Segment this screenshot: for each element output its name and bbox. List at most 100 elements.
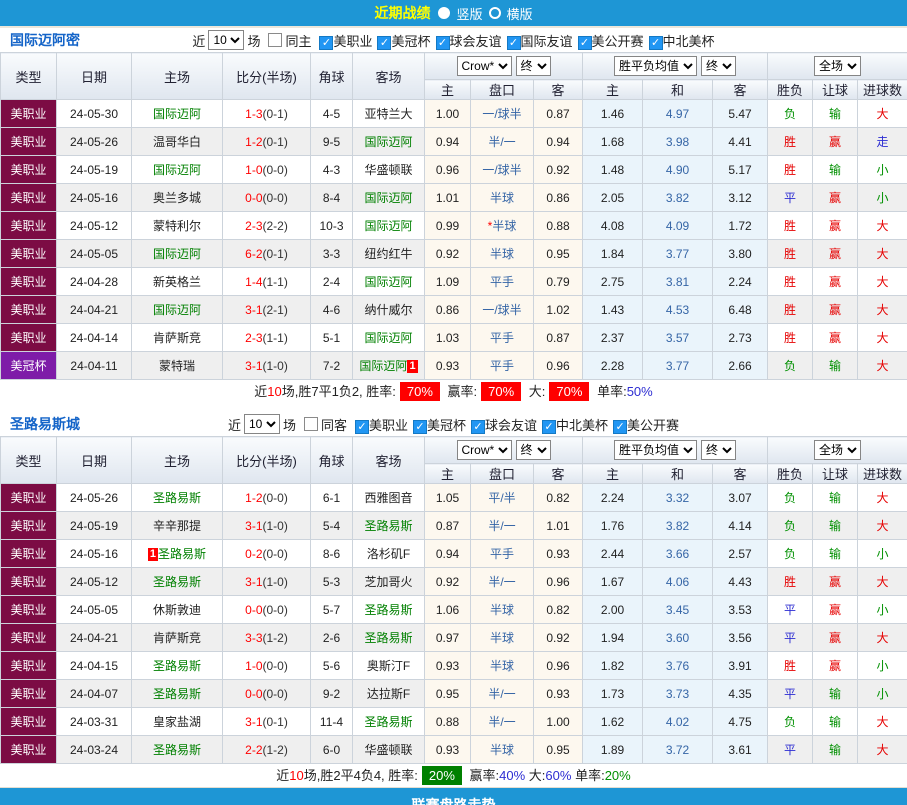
layout-radio-vertical-icon[interactable]	[438, 7, 450, 19]
scope-group-header: 全场	[768, 437, 907, 464]
same-venue-checkbox[interactable]	[304, 417, 318, 431]
scope-select[interactable]: 全场	[814, 440, 861, 460]
corner-count: 6-0	[311, 736, 353, 764]
mean-draw: 3.73	[643, 680, 713, 708]
away-team: 国际迈阿	[353, 324, 425, 352]
summary-segment: 40%	[499, 768, 525, 783]
col-away: 客场	[353, 437, 425, 484]
summary-segment: 10	[267, 384, 281, 399]
corner-count: 5-3	[311, 568, 353, 596]
same-venue-label: 同客	[321, 415, 347, 434]
result-outcome: 负	[768, 708, 813, 736]
top-title-bar: 近期战绩 竖版 横版	[0, 0, 907, 28]
match-score: 1-2(0-1)	[223, 128, 311, 156]
scope-select[interactable]: 全场	[814, 56, 861, 76]
league-checkbox[interactable]: ✓	[649, 36, 663, 50]
mean-source-select[interactable]: 胜平负均值	[614, 56, 697, 76]
handicap-line: 平手	[471, 540, 534, 568]
league-checkbox[interactable]: ✓	[377, 36, 391, 50]
match-date: 24-04-21	[57, 296, 132, 324]
odds-home: 0.96	[425, 156, 471, 184]
away-team: 圣路易斯	[353, 624, 425, 652]
mean-time-select[interactable]: 终	[701, 56, 736, 76]
odds-away: 0.88	[534, 212, 583, 240]
result-handicap: 赢	[813, 184, 858, 212]
col-result-goals: 进球数	[858, 464, 907, 484]
col-result-handicap: 让球	[813, 464, 858, 484]
league-checkbox[interactable]: ✓	[613, 420, 627, 434]
team-name-text: 蒙特利尔	[153, 219, 201, 233]
odds-home: 0.86	[425, 296, 471, 324]
match-score: 0-0(0-0)	[223, 184, 311, 212]
league-type: 美职业	[1, 540, 57, 568]
mean-away: 5.17	[713, 156, 768, 184]
mean-draw: 3.76	[643, 652, 713, 680]
result-goals: 大	[858, 708, 907, 736]
corner-count: 4-6	[311, 296, 353, 324]
league-checkbox[interactable]: ✓	[436, 36, 450, 50]
league-checkbox[interactable]: ✓	[355, 420, 369, 434]
league-checkbox[interactable]: ✓	[507, 36, 521, 50]
odds-away: 0.95	[534, 240, 583, 268]
odds-time-select[interactable]: 终	[516, 440, 551, 460]
layout-radio-horizontal-icon[interactable]	[489, 7, 501, 19]
match-date: 24-04-14	[57, 324, 132, 352]
match-score: 1-0(0-0)	[223, 156, 311, 184]
odds-away: 0.94	[534, 128, 583, 156]
mean-source-select[interactable]: 胜平负均值	[614, 440, 697, 460]
result-handicap: 输	[813, 512, 858, 540]
result-handicap: 赢	[813, 128, 858, 156]
mean-home: 1.68	[583, 128, 643, 156]
same-venue-checkbox[interactable]	[268, 33, 282, 47]
odds-source-select[interactable]: Crow*	[457, 56, 512, 76]
mean-away: 2.66	[713, 352, 768, 380]
home-team: 圣路易斯	[132, 484, 223, 512]
mean-away: 3.12	[713, 184, 768, 212]
match-row: 美职业24-03-31皇家盐湖3-1(0-1)11-4圣路易斯0.88半/一1.…	[1, 708, 907, 736]
match-count-select[interactable]: 10	[208, 30, 244, 50]
match-score: 3-1(1-0)	[223, 512, 311, 540]
match-count-select[interactable]: 10	[244, 414, 280, 434]
mean-time-select[interactable]: 终	[701, 440, 736, 460]
handicap-line: *半球	[471, 212, 534, 240]
odds-time-select[interactable]: 终	[516, 56, 551, 76]
match-date: 24-03-31	[57, 708, 132, 736]
team-name-text: 纳什威尔	[364, 303, 412, 317]
odds-group-header: Crow*终	[425, 53, 583, 80]
league-checkbox[interactable]: ✓	[413, 420, 427, 434]
match-row: 美职业24-05-19辛辛那提3-1(1-0)5-4圣路易斯0.87半/一1.0…	[1, 512, 907, 540]
league-checkbox[interactable]: ✓	[542, 420, 556, 434]
league-checkbox[interactable]: ✓	[471, 420, 485, 434]
mean-home: 1.89	[583, 736, 643, 764]
match-row: 美职业24-04-21国际迈阿3-1(2-1)4-6纳什威尔0.86一/球半1.…	[1, 296, 907, 324]
team-name-text: 新英格兰	[153, 275, 201, 289]
league-checkbox[interactable]: ✓	[319, 36, 333, 50]
team-name-text: 国际迈阿	[364, 135, 412, 149]
handicap-line: 半球	[471, 240, 534, 268]
mean-away: 4.41	[713, 128, 768, 156]
mean-away: 4.14	[713, 512, 768, 540]
league-checkbox[interactable]: ✓	[578, 36, 592, 50]
result-goals: 大	[858, 624, 907, 652]
team-name-text: 国际迈阿	[153, 163, 201, 177]
odds-group-header: Crow*终	[425, 437, 583, 464]
summary-segment: 20%	[605, 768, 631, 783]
result-outcome: 平	[768, 596, 813, 624]
mean-group-header: 胜平负均值终	[583, 437, 768, 464]
scope-group-header: 全场	[768, 53, 907, 80]
team-name-text: 圣路易斯	[364, 715, 412, 729]
league-type: 美职业	[1, 324, 57, 352]
league-type: 美职业	[1, 484, 57, 512]
mean-draw: 3.98	[643, 128, 713, 156]
odds-source-select[interactable]: Crow*	[457, 440, 512, 460]
match-score: 1-2(0-0)	[223, 484, 311, 512]
summary-segment: 70%	[481, 382, 521, 401]
odds-away: 1.01	[534, 512, 583, 540]
corner-count: 5-6	[311, 652, 353, 680]
away-team: 达拉斯F	[353, 680, 425, 708]
summary-segment: 20%	[422, 766, 462, 785]
home-team: 圣路易斯	[132, 652, 223, 680]
team-name-text: 华盛顿联	[364, 163, 412, 177]
result-handicap: 赢	[813, 268, 858, 296]
team-name-text: 国际迈阿	[364, 331, 412, 345]
